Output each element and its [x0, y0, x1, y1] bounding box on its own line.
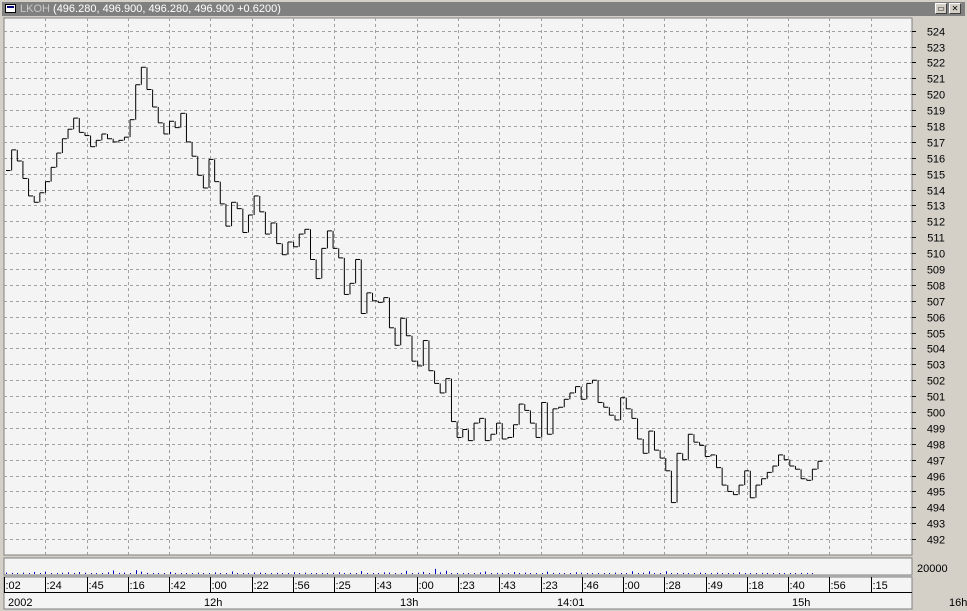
price-chart[interactable]: 524 523 522 521 520 519 518 517 516 515 514 513 512 5…: [0, 0, 967, 611]
y-tick-label: 493: [927, 519, 945, 531]
x-tick-label: :18: [749, 580, 764, 592]
y-tick-label: 509: [927, 265, 945, 277]
y-axis: 524 523 522 521 520 519 518 517 516 515 514 513 512 5…: [912, 27, 945, 547]
y-tick-label: 501: [927, 392, 945, 404]
x-tick-label: :22: [254, 580, 269, 592]
x-tick-label: :56: [295, 580, 310, 592]
x-tick-label: :00: [212, 580, 227, 592]
x-tick-label: :43: [501, 580, 516, 592]
x-tick-label: :02: [6, 580, 21, 592]
y-tick-label: 508: [927, 281, 945, 293]
y-tick-label: 497: [927, 456, 945, 468]
x-tick-label: :45: [89, 580, 104, 592]
y-tick-label: 499: [927, 424, 945, 436]
y-tick-label: 519: [927, 106, 945, 118]
y-tick-label: 513: [927, 201, 945, 213]
y-tick-label: 514: [927, 186, 945, 198]
date-label: 13h: [400, 597, 418, 609]
y-tick-label: 495: [927, 487, 945, 499]
y-tick-label: 505: [927, 329, 945, 341]
y-tick-label: 502: [927, 376, 945, 388]
y-tick-label: 511: [927, 233, 945, 245]
x-tick-label: :15: [873, 580, 888, 592]
y-tick-label: 518: [927, 122, 945, 134]
y-tick-label: 507: [927, 297, 945, 309]
y-tick-label: 523: [927, 43, 945, 55]
y-tick-label: 512: [927, 217, 945, 229]
date-label: 15h: [792, 597, 810, 609]
y-tick-label: 510: [927, 249, 945, 261]
x-tick-label: :56: [831, 580, 846, 592]
x-tick-label: :28: [666, 580, 681, 592]
y-tick-label: 492: [927, 535, 945, 547]
y-tick-label: 516: [927, 154, 945, 166]
date-label: 2002: [8, 597, 32, 609]
x-tick-label: :24: [47, 580, 62, 592]
y-tick-label: 506: [927, 313, 945, 325]
y-tick-label: 494: [927, 503, 945, 515]
y-tick-label: 517: [927, 138, 945, 150]
date-label: 14:01: [557, 597, 585, 609]
y-tick-label: 500: [927, 408, 945, 420]
x-tick-label: :23: [460, 580, 475, 592]
x-tick-label: :42: [171, 580, 186, 592]
y-tick-label: 520: [927, 90, 945, 102]
volume-pane[interactable]: [3, 557, 913, 576]
x-tick-label: :00: [419, 580, 434, 592]
x-tick-label: :46: [584, 580, 599, 592]
y-tick-label: 524: [927, 27, 945, 39]
y-tick-label: 504: [927, 344, 945, 356]
date-label: 16h: [949, 597, 967, 609]
y-tick-label: 521: [927, 74, 945, 86]
y-tick-label: 522: [927, 58, 945, 70]
x-tick-label: :49: [708, 580, 723, 592]
date-label: 12h: [204, 597, 222, 609]
x-tick-label: :16: [130, 580, 145, 592]
x-tick-label: :25: [336, 580, 351, 592]
x-tick-label: :43: [377, 580, 392, 592]
y-tick-label: 503: [927, 360, 945, 372]
x-tick-label: :23: [543, 580, 558, 592]
x-tick-label: :40: [790, 580, 805, 592]
y-tick-label: 498: [927, 440, 945, 452]
volume-axis-label: 20000: [917, 563, 948, 575]
y-tick-label: 496: [927, 472, 945, 484]
y-tick-label: 515: [927, 170, 945, 182]
x-tick-label: :00: [625, 580, 640, 592]
chart-window: LKOH (496.280, 496.900, 496.280, 496.900…: [0, 0, 967, 611]
